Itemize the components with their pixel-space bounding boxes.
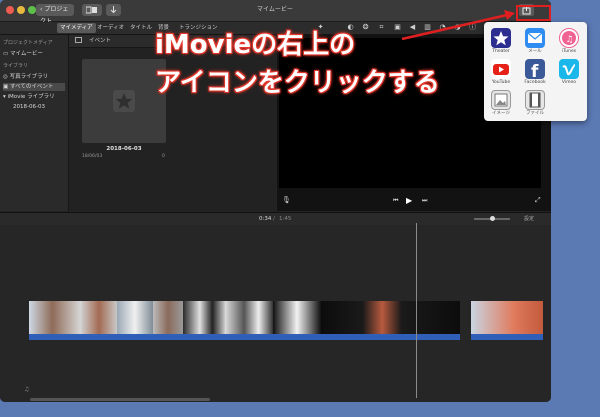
clip-frame: [273, 301, 321, 334]
clip-date: 18/06/03: [82, 154, 103, 159]
window-title: マイムービー: [257, 6, 293, 13]
audio-waveform[interactable]: [29, 334, 460, 340]
timeline-header: 0:34 / 1:45 設定: [0, 212, 551, 226]
share-popup: Theater メール ♫ iTunes YouTube f Facebook …: [484, 22, 587, 121]
clip-frame: [471, 301, 543, 334]
volume-icon[interactable]: ◀: [408, 23, 417, 32]
share-itunes[interactable]: ♫ iTunes: [556, 28, 582, 55]
playhead[interactable]: [416, 223, 417, 398]
close-button[interactable]: [6, 6, 14, 14]
library-header: ライブラリ: [3, 63, 29, 69]
image-icon: [491, 90, 511, 110]
play-icon[interactable]: ▶: [406, 196, 412, 205]
share-file[interactable]: ファイル: [522, 90, 548, 117]
sidebar-item-event-date[interactable]: 2018-06-03: [13, 103, 65, 111]
crop-icon[interactable]: ⌗: [377, 23, 386, 32]
skip-forward-icon[interactable]: ⏭: [422, 197, 427, 205]
zoom-slider[interactable]: [474, 216, 510, 221]
film-icon: ▭: [3, 51, 10, 57]
share-theater[interactable]: Theater: [488, 28, 514, 55]
sidebar-toggle-icon[interactable]: [75, 37, 82, 43]
video-clip-filmstrip[interactable]: [29, 301, 460, 334]
clip-frame: [321, 301, 460, 334]
speed-icon[interactable]: ◔: [438, 23, 447, 32]
share-mail[interactable]: メール: [522, 28, 548, 55]
time-separator: /: [273, 216, 275, 222]
share-button-highlight: [516, 5, 551, 21]
project-media-header: プロジェクトメディア: [3, 40, 53, 46]
facebook-icon: f: [525, 59, 545, 82]
title-bar: ‹ プロジェクト マイムービー: [0, 0, 551, 25]
svg-text:♫: ♫: [566, 35, 574, 45]
clip-frame: [81, 301, 117, 334]
settings-button[interactable]: 設定: [524, 213, 534, 225]
sidebar-item-all-events[interactable]: ▣ すべてのイベント: [3, 83, 65, 91]
mail-icon: [525, 28, 545, 48]
star-placeholder-icon: [113, 90, 135, 112]
music-note-icon: ♫: [24, 386, 30, 393]
view-toggle-button[interactable]: [82, 4, 102, 16]
youtube-icon: [491, 59, 511, 79]
clip-count: 0: [162, 154, 165, 159]
time-total: 1:45: [279, 216, 292, 222]
time-current: 0:34: [259, 216, 272, 222]
vimeo-icon: [559, 59, 579, 79]
stabilization-icon[interactable]: ▣: [393, 23, 402, 32]
timeline-area[interactable]: ♫: [0, 223, 551, 402]
clip-frame: [29, 301, 81, 334]
event-clip-thumbnail[interactable]: [82, 59, 166, 143]
annotation-line-2: アイコンをクリックする: [155, 68, 440, 98]
clip-frame: [225, 301, 273, 334]
timeline-scrollbar[interactable]: [30, 398, 210, 401]
download-arrow-icon: [110, 6, 117, 14]
noise-reduction-icon[interactable]: ▥: [423, 23, 432, 32]
clip-frame: [153, 301, 183, 334]
events-icon: ▣: [3, 84, 10, 90]
zoom-button[interactable]: [28, 6, 36, 14]
sidebar-item-imovie-library[interactable]: ▾ iMovie ライブラリ: [3, 93, 65, 101]
sidebar-item-my-movie[interactable]: ▭ マイムービー: [3, 50, 65, 58]
tab-my-media[interactable]: マイメディア: [57, 23, 96, 33]
media-view-icon: [85, 6, 97, 14]
clip-title: 2018-06-03: [106, 146, 142, 152]
itunes-icon: ♫: [559, 28, 579, 48]
annotation-line-1: iMovieの右上の: [155, 30, 356, 60]
minimize-button[interactable]: [17, 6, 25, 14]
theater-star-icon: [491, 28, 511, 48]
microphone-icon[interactable]: 🎙: [282, 196, 291, 204]
file-film-icon: [525, 90, 545, 110]
clip-filter-icon[interactable]: ◑: [453, 23, 462, 32]
svg-text:f: f: [531, 62, 539, 79]
skip-back-icon[interactable]: ⏮: [393, 197, 398, 205]
import-button[interactable]: [106, 4, 121, 16]
share-facebook[interactable]: f Facebook: [522, 59, 548, 86]
share-youtube[interactable]: YouTube: [488, 59, 514, 86]
share-vimeo[interactable]: Vimeo: [556, 59, 582, 86]
browser-header-label: イベント: [89, 38, 112, 44]
library-sidebar: プロジェクトメディア ▭ マイムービー ライブラリ ◎ 写真ライブラリ ▣ すべ…: [0, 35, 69, 211]
share-image[interactable]: イメージ: [488, 90, 514, 117]
media-browser: イベント 2018-06-03 18/06/03 0: [69, 35, 276, 211]
projects-back-button[interactable]: ‹ プロジェクト: [36, 4, 74, 25]
tab-titles[interactable]: タイトル: [127, 23, 155, 33]
zoom-slider-knob[interactable]: [490, 216, 495, 221]
tab-audio[interactable]: オーディオ: [94, 23, 127, 33]
second-video-clip[interactable]: [471, 301, 543, 340]
info-icon[interactable]: ⓘ: [468, 23, 477, 32]
clip-frame: [117, 301, 153, 334]
sidebar-item-photos-library[interactable]: ◎ 写真ライブラリ: [3, 73, 65, 81]
fullscreen-icon[interactable]: ⤢: [535, 196, 541, 205]
color-correction-icon[interactable]: ❂: [361, 23, 370, 32]
clip-frame: [183, 301, 225, 334]
